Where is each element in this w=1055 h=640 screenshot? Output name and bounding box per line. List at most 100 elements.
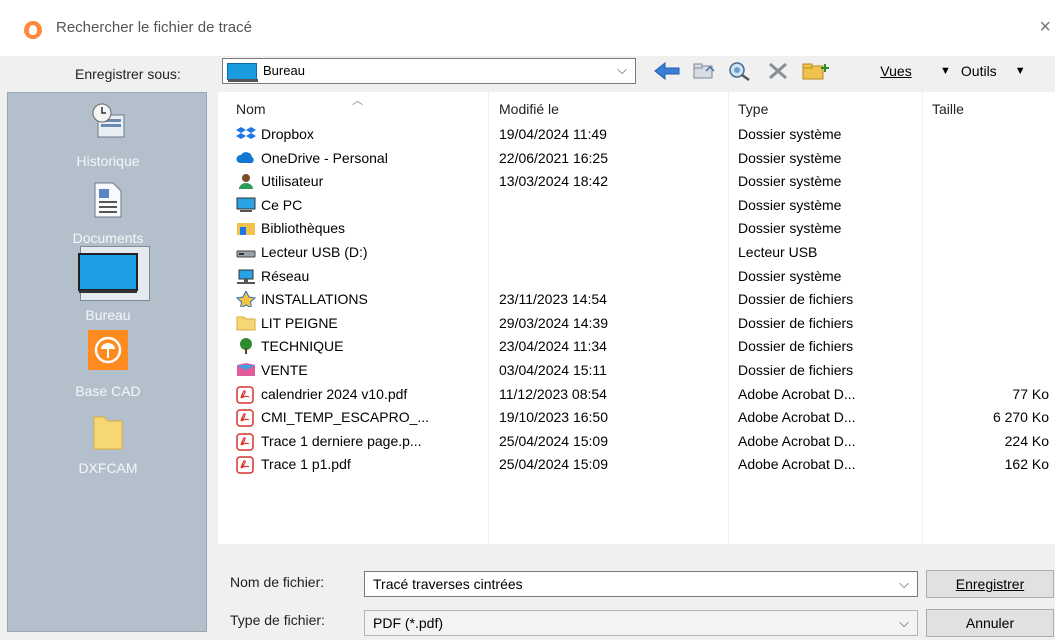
back-icon[interactable] — [652, 58, 682, 84]
window-title: Rechercher le fichier de tracé — [56, 19, 252, 36]
cancel-button-label: Annuler — [965, 615, 1015, 631]
save-button-label: Enregistrer — [955, 576, 1025, 592]
library-icon — [236, 220, 256, 236]
file-name: Lecteur USB (D:) — [261, 244, 368, 260]
dropdown-arrow-icon: ▼ — [940, 65, 951, 77]
file-name: INSTALLATIONS — [261, 291, 368, 308]
file-name: OneDrive - Personal — [261, 149, 388, 166]
up-folder-icon[interactable] — [690, 58, 718, 84]
pdf-icon — [236, 409, 256, 427]
base-cad-icon[interactable] — [8, 330, 208, 370]
pdf-icon — [236, 385, 256, 404]
file-size: 224 Ko — [1004, 432, 1049, 449]
file-name-cell: OneDrive - Personal — [236, 150, 388, 166]
file-modified: 29/03/2024 14:39 — [499, 314, 608, 331]
file-row[interactable]: INSTALLATIONS 23/11/2023 14:54 Dossier de … — [218, 289, 1055, 312]
file-name: Bibliothèques — [261, 220, 346, 237]
cancel-button[interactable]: Annuler — [926, 609, 1054, 637]
place-base-cad[interactable]: Base CAD — [8, 383, 208, 399]
usb-drive-icon — [236, 244, 256, 260]
file-name-cell: Trace 1 derniere page.p... — [236, 433, 422, 451]
colorful-folder-icon — [236, 362, 256, 378]
file-type: Adobe Acrobat D... — [738, 409, 856, 426]
desktop-icon[interactable] — [8, 252, 208, 294]
file-name-cell: Réseau — [236, 268, 309, 284]
file-row[interactable]: LIT PEIGNE 29/03/2024 14:39 Dossier de fic… — [218, 313, 1055, 336]
user-icon — [236, 173, 256, 190]
search-web-icon[interactable] — [726, 58, 754, 84]
title-bar: Rechercher le fichier de tracé × — [0, 0, 1055, 56]
location-dropdown[interactable]: Bureau ⌵ — [222, 58, 636, 84]
file-name-cell: VENTE — [236, 362, 308, 378]
place-bureau[interactable]: Bureau — [8, 307, 208, 323]
file-name: VENTE — [261, 362, 308, 378]
file-name-cell: INSTALLATIONS — [235, 290, 368, 310]
file-list[interactable]: ︿ Nom Modifié le Type Taille Dropbox 19/0… — [218, 92, 1055, 544]
column-header-size[interactable]: Taille — [932, 101, 964, 117]
file-name-cell: Lecteur USB (D:) — [236, 244, 368, 260]
file-modified: 19/10/2023 16:50 — [499, 409, 608, 426]
file-row[interactable]: Trace 1 derniere page.p... 25/04/2024 15:… — [218, 431, 1055, 454]
file-type: Adobe Acrobat D... — [738, 432, 856, 449]
delete-icon[interactable] — [764, 58, 792, 84]
file-row[interactable]: Lecteur USB (D:) Lecteur USB — [218, 242, 1055, 265]
file-row[interactable]: Réseau Dossier système — [218, 266, 1055, 289]
chevron-down-icon[interactable]: ⌵ — [899, 576, 909, 592]
file-modified: 25/04/2024 15:09 — [499, 432, 608, 449]
file-row[interactable]: Utilisateur 13/03/2024 18:42 Dossier systè… — [218, 171, 1055, 194]
file-modified: 25/04/2024 15:09 — [499, 456, 608, 473]
save-button[interactable]: Enregistrer — [926, 570, 1054, 598]
place-documents[interactable]: Documents — [8, 230, 208, 246]
file-name-cell: Utilisateur — [236, 173, 323, 190]
file-row[interactable]: Dropbox 19/04/2024 11:49 Dossier système — [218, 124, 1055, 147]
file-row[interactable]: calendrier 2024 v10.pdf 11/12/2023 08:54 A… — [218, 384, 1055, 407]
file-row[interactable]: Bibliothèques Dossier système — [218, 218, 1055, 241]
file-name: Dropbox — [261, 126, 314, 142]
file-type: Dossier système — [738, 149, 842, 166]
file-name: CMI_TEMP_ESCAPRO_... — [261, 409, 430, 426]
dropdown-arrow-icon: ▼ — [1014, 65, 1026, 77]
column-header-name[interactable]: Nom — [236, 101, 266, 117]
file-type: Dossier système — [738, 196, 842, 213]
file-size: 77 Ko — [1012, 385, 1049, 402]
file-size: 162 Ko — [1004, 456, 1049, 473]
file-modified: 03/04/2024 15:11 — [499, 362, 607, 378]
file-row[interactable]: CMI_TEMP_ESCAPRO_... 19/10/2023 16:50 Adob… — [218, 407, 1055, 430]
file-row[interactable]: OneDrive - Personal 22/06/2021 16:25 Dossi… — [218, 148, 1055, 171]
file-row[interactable]: VENTE 03/04/2024 15:11 Dossier de fichiers — [218, 360, 1055, 383]
star-folder-icon — [235, 290, 257, 310]
file-modified: 23/04/2024 11:34 — [499, 338, 607, 355]
file-row[interactable]: TECHNIQUE 23/04/2024 11:34 Dossier de fich… — [218, 336, 1055, 359]
filetype-select[interactable]: PDF (*.pdf) ⌵ — [364, 610, 918, 636]
close-icon[interactable]: × — [1039, 16, 1051, 39]
new-folder-icon[interactable] — [800, 58, 832, 84]
history-icon[interactable] — [8, 101, 208, 141]
file-type: Dossier de fichiers — [738, 362, 854, 378]
folder-icon — [236, 315, 256, 331]
file-name: LIT PEIGNE — [261, 314, 338, 331]
column-header-type[interactable]: Type — [738, 101, 768, 117]
place-dxfcam[interactable]: DXFCAM — [8, 460, 208, 476]
save-in-label: Enregistrer sous: — [75, 66, 181, 82]
file-row[interactable]: Trace 1 p1.pdf 25/04/2024 15:09 Adobe Acro… — [218, 454, 1055, 477]
onedrive-icon — [236, 150, 256, 166]
tools-label: Outils — [960, 63, 997, 79]
chevron-down-icon[interactable]: ⌵ — [899, 615, 909, 631]
views-button[interactable]: Vues — [866, 58, 926, 84]
tools-button[interactable]: ▼ Outils ▼ — [940, 58, 1040, 84]
column-header-modified[interactable]: Modifié le — [499, 101, 559, 117]
chevron-down-icon: ⌵ — [617, 62, 627, 77]
file-modified: 13/03/2024 18:42 — [499, 173, 608, 190]
file-row[interactable]: Ce PC Dossier système — [218, 195, 1055, 218]
pdf-icon — [236, 456, 256, 475]
network-icon — [236, 268, 256, 284]
file-type: Dossier de fichiers — [738, 338, 854, 355]
folder-icon[interactable] — [8, 411, 208, 451]
views-label: Vues — [880, 63, 912, 79]
file-type: Dossier système — [738, 126, 842, 142]
pdf-icon — [236, 433, 256, 451]
place-historique[interactable]: Historique — [8, 153, 208, 169]
filename-input[interactable]: Tracé traverses cintrées ⌵ — [364, 571, 918, 597]
file-type: Lecteur USB — [738, 244, 818, 260]
documents-icon[interactable] — [8, 181, 208, 219]
